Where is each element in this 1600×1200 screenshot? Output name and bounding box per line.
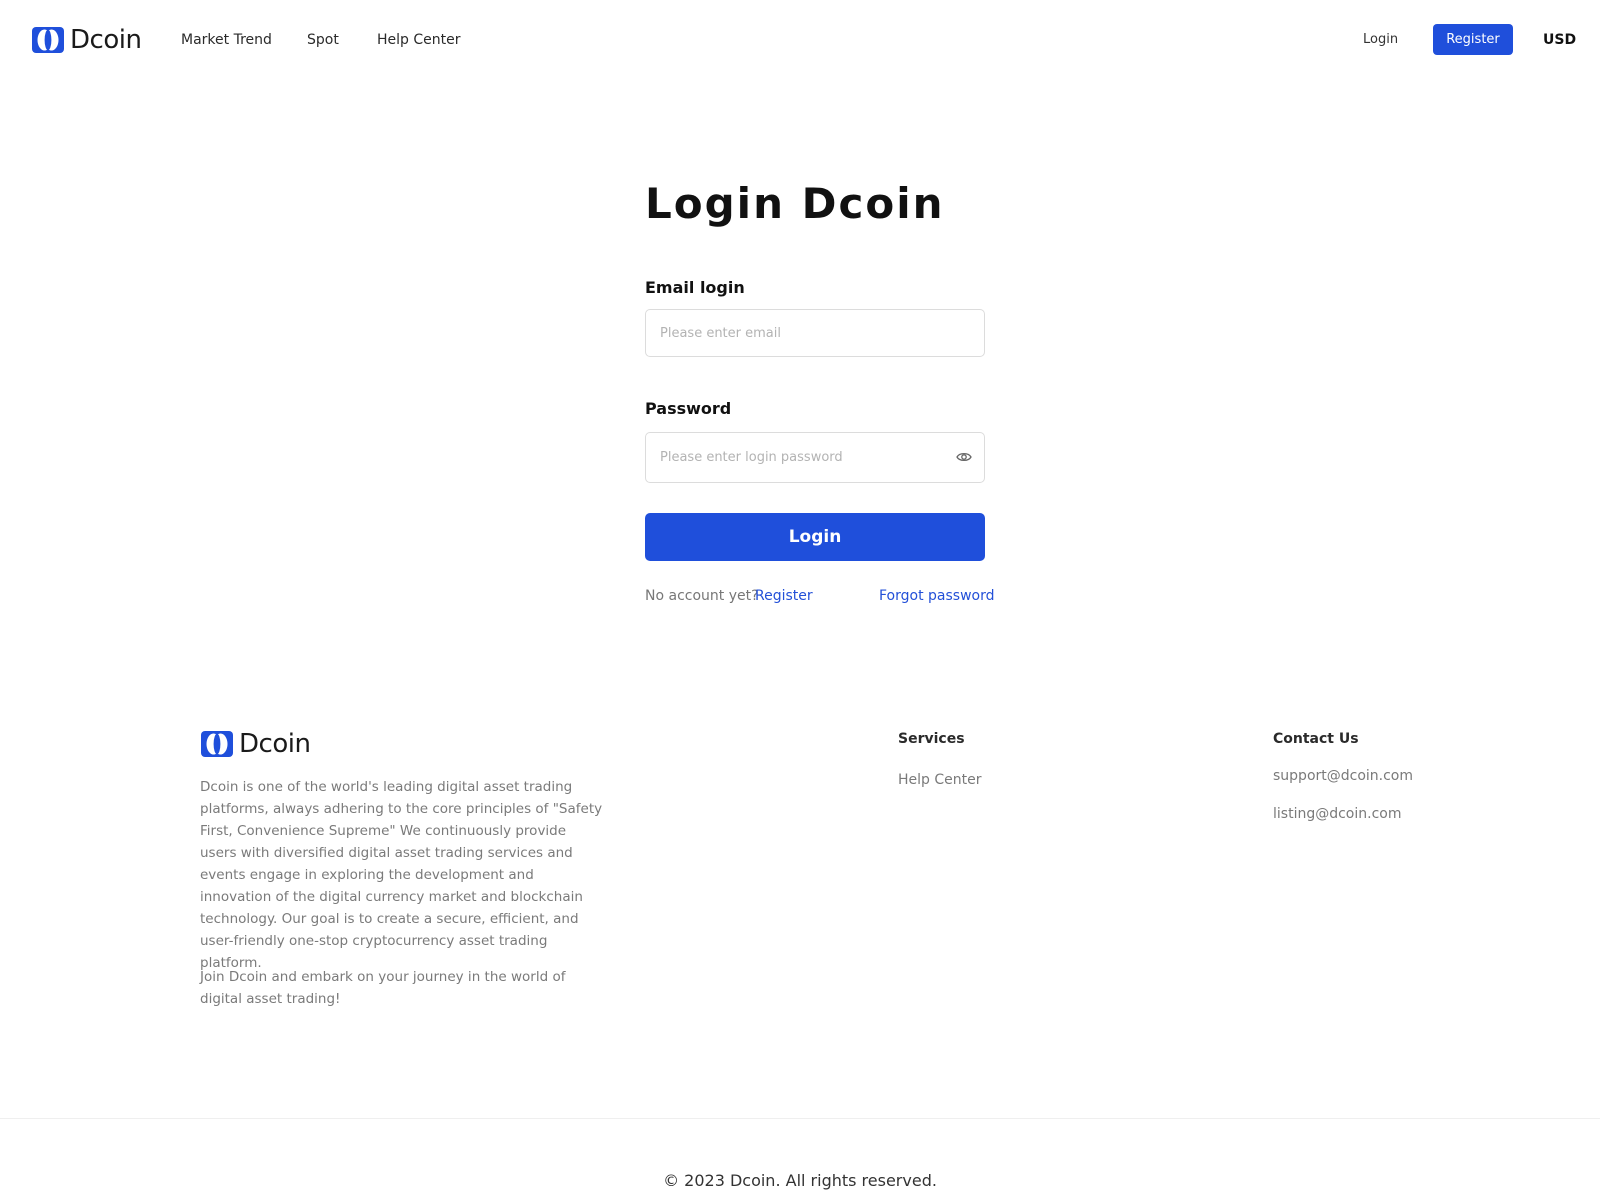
- forgot-password-link[interactable]: Forgot password: [879, 586, 995, 606]
- email-label: Email login: [645, 278, 745, 297]
- footer-brand-logo[interactable]: Dcoin: [201, 729, 311, 759]
- support-email-link[interactable]: support@dcoin.com: [1273, 766, 1413, 786]
- top-navbar: Dcoin Market Trend Spot Help Center Logi…: [0, 0, 1600, 80]
- header-register-button[interactable]: Register: [1433, 24, 1513, 55]
- dcoin-logo-icon: [32, 27, 64, 53]
- dcoin-logo-icon: [201, 731, 233, 757]
- password-field-container: [645, 432, 985, 483]
- services-heading: Services: [898, 731, 965, 747]
- footer-divider: [0, 1118, 1600, 1119]
- copyright-text: © 2023 Dcoin. All rights reserved.: [663, 1171, 937, 1190]
- page-title: Login Dcoin: [645, 179, 945, 228]
- nav-market-trend[interactable]: Market Trend: [181, 30, 272, 50]
- email-field-container: [645, 309, 985, 357]
- listing-email-link[interactable]: listing@dcoin.com: [1273, 804, 1401, 824]
- register-link[interactable]: Register: [755, 586, 813, 606]
- email-input[interactable]: [658, 310, 948, 356]
- no-account-text: No account yet?: [645, 588, 759, 604]
- footer-help-center-link[interactable]: Help Center: [898, 770, 982, 790]
- footer-tagline: Join Dcoin and embark on your journey in…: [200, 969, 566, 1007]
- brand-name: Dcoin: [70, 25, 142, 55]
- eye-icon[interactable]: [956, 451, 972, 463]
- nav-spot[interactable]: Spot: [307, 30, 339, 50]
- contact-heading: Contact Us: [1273, 731, 1359, 747]
- footer-description: Dcoin is one of the world's leading digi…: [200, 779, 603, 971]
- footer-brand-name: Dcoin: [239, 729, 311, 759]
- brand-logo[interactable]: Dcoin: [32, 24, 142, 56]
- header-login-link[interactable]: Login: [1363, 30, 1398, 50]
- login-button[interactable]: Login: [645, 513, 985, 561]
- password-label: Password: [645, 399, 732, 418]
- password-input[interactable]: [658, 433, 948, 482]
- currency-selector[interactable]: USD: [1543, 30, 1576, 50]
- nav-help-center[interactable]: Help Center: [377, 30, 461, 50]
